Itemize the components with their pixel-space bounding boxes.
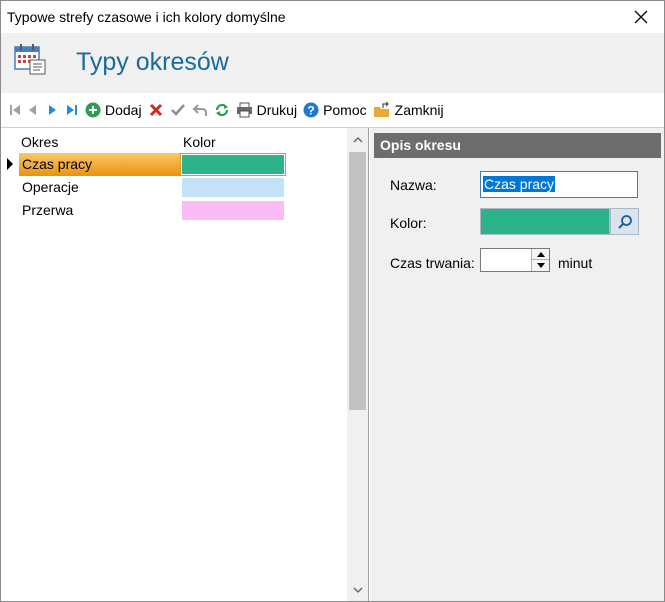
add-icon bbox=[85, 102, 101, 118]
help-button-label: Pomoc bbox=[323, 102, 367, 118]
add-button-label: Dodaj bbox=[105, 102, 142, 118]
window-title: Typowe strefy czasowe i ich kolory domyś… bbox=[7, 9, 286, 25]
title-bar: Typowe strefy czasowe i ich kolory domyś… bbox=[1, 1, 664, 33]
chevron-up-icon bbox=[353, 136, 362, 142]
first-icon bbox=[10, 105, 20, 115]
period-details-panel: Opis okresu Nazwa: Czas pracy Kolor: Cza… bbox=[370, 127, 664, 601]
chevron-down-icon bbox=[353, 587, 362, 593]
table-row[interactable]: Czas pracy bbox=[1, 153, 347, 176]
scroll-up-button[interactable] bbox=[347, 130, 368, 149]
refresh-button[interactable] bbox=[214, 98, 230, 122]
undo-button[interactable] bbox=[192, 98, 208, 122]
close-window-button[interactable] bbox=[618, 1, 664, 33]
duration-stepper[interactable] bbox=[480, 248, 550, 272]
vertical-scrollbar[interactable] bbox=[347, 128, 368, 601]
color-swatch bbox=[182, 201, 284, 220]
row-color-cell bbox=[180, 199, 286, 222]
next-icon bbox=[49, 105, 56, 115]
search-icon bbox=[617, 214, 632, 229]
printer-icon bbox=[236, 102, 252, 118]
close-button[interactable]: Zamknij bbox=[373, 98, 444, 122]
triangle-up-icon bbox=[536, 251, 545, 257]
print-button[interactable]: Drukuj bbox=[236, 98, 297, 122]
previous-icon bbox=[29, 105, 36, 115]
scroll-down-button[interactable] bbox=[347, 580, 368, 599]
grid-header: Okres Kolor bbox=[1, 128, 347, 152]
header-banner: Typy okresów bbox=[1, 33, 664, 93]
row-indicator-icon bbox=[7, 158, 13, 170]
svg-text:?: ? bbox=[307, 104, 314, 118]
undo-icon bbox=[192, 104, 207, 116]
triangle-down-icon bbox=[536, 263, 545, 268]
decrement-button[interactable] bbox=[532, 260, 549, 271]
first-record-button[interactable] bbox=[9, 98, 21, 122]
page-title: Typy okresów bbox=[76, 48, 229, 76]
color-field[interactable] bbox=[480, 208, 610, 235]
help-icon: ? bbox=[303, 102, 319, 118]
dialog-window: Typowe strefy czasowe i ich kolory domyś… bbox=[0, 0, 665, 602]
row-color-cell bbox=[180, 176, 286, 199]
name-label: Nazwa: bbox=[390, 177, 437, 193]
color-swatch bbox=[182, 155, 284, 174]
duration-unit-label: minut bbox=[558, 255, 593, 271]
save-button[interactable] bbox=[170, 98, 186, 122]
last-icon bbox=[67, 105, 77, 115]
panel-title: Opis okresu bbox=[374, 133, 661, 158]
row-name-cell: Czas pracy bbox=[19, 153, 180, 176]
column-header-period[interactable]: Okres bbox=[21, 134, 58, 150]
row-color-cell bbox=[180, 153, 286, 176]
color-swatch bbox=[182, 178, 284, 197]
checkmark-icon bbox=[170, 104, 185, 116]
row-name-cell: Przerwa bbox=[22, 202, 74, 218]
scroll-thumb[interactable] bbox=[349, 152, 366, 410]
help-button[interactable]: ? Pomoc bbox=[303, 98, 367, 122]
exit-folder-icon bbox=[373, 102, 389, 117]
increment-button[interactable] bbox=[532, 249, 549, 260]
row-name-cell: Operacje bbox=[22, 179, 79, 195]
periods-grid: Okres Kolor Czas pracy Operacje Przerwa bbox=[1, 127, 369, 601]
column-header-color[interactable]: Kolor bbox=[183, 134, 216, 150]
next-record-button[interactable] bbox=[45, 98, 59, 122]
name-field[interactable]: Czas pracy bbox=[480, 171, 638, 198]
color-picker-button[interactable] bbox=[610, 208, 639, 235]
table-row[interactable]: Operacje bbox=[1, 176, 347, 199]
print-button-label: Drukuj bbox=[256, 102, 298, 118]
close-button-label: Zamknij bbox=[394, 102, 444, 118]
color-label: Kolor: bbox=[390, 215, 427, 231]
calendar-icon bbox=[14, 44, 46, 75]
last-record-button[interactable] bbox=[65, 98, 79, 122]
name-field-value: Czas pracy bbox=[483, 176, 556, 192]
toolbar: Dodaj Drukuj ? Pomoc Zamknij bbox=[1, 93, 664, 127]
previous-record-button[interactable] bbox=[27, 98, 39, 122]
delete-button[interactable] bbox=[148, 98, 164, 122]
refresh-icon bbox=[215, 103, 228, 117]
close-icon bbox=[634, 10, 648, 24]
table-row[interactable]: Przerwa bbox=[1, 199, 347, 222]
stepper-buttons bbox=[531, 249, 549, 271]
delete-icon bbox=[149, 103, 162, 117]
add-button[interactable]: Dodaj bbox=[85, 98, 142, 122]
duration-label: Czas trwania: bbox=[390, 255, 475, 271]
